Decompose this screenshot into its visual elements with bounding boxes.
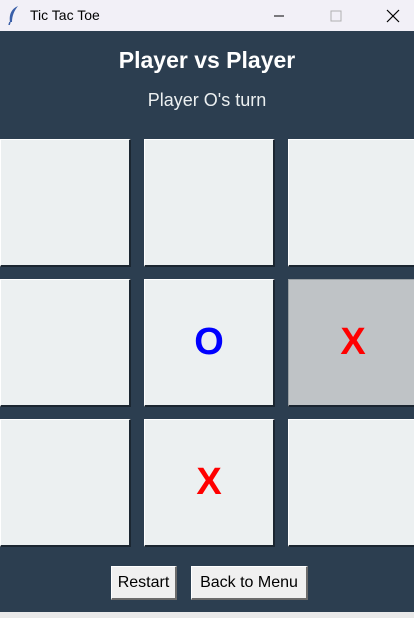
- window-title: Tic Tac Toe: [30, 7, 100, 23]
- minimize-button[interactable]: [256, 0, 302, 31]
- close-button[interactable]: [370, 0, 414, 31]
- window-bottom-edge: [0, 612, 414, 618]
- board-cell-9[interactable]: [288, 419, 414, 547]
- board-cell-4[interactable]: [0, 279, 131, 407]
- close-icon: [386, 9, 400, 22]
- board-cell-1[interactable]: [0, 139, 131, 267]
- restart-button[interactable]: Restart: [111, 566, 177, 600]
- turn-status: Player O's turn: [147, 90, 267, 110]
- board-cell-6[interactable]: X: [288, 279, 414, 407]
- maximize-icon: [330, 10, 342, 21]
- board-cell-2[interactable]: [144, 139, 275, 267]
- page-title: Player vs Player: [118, 47, 296, 73]
- back-to-menu-button[interactable]: Back to Menu: [191, 566, 308, 600]
- maximize-button[interactable]: [313, 0, 359, 31]
- board-cell-7[interactable]: [0, 419, 131, 547]
- board-cell-3[interactable]: [288, 139, 414, 267]
- minimize-icon: [274, 15, 284, 16]
- title-bar: Tic Tac Toe: [0, 0, 414, 31]
- board-cell-8[interactable]: X: [144, 419, 275, 547]
- board-cell-5[interactable]: O: [144, 279, 275, 407]
- feather-icon: [8, 6, 18, 25]
- game-panel: Player vs Player Player O's turn O X X R…: [0, 31, 414, 618]
